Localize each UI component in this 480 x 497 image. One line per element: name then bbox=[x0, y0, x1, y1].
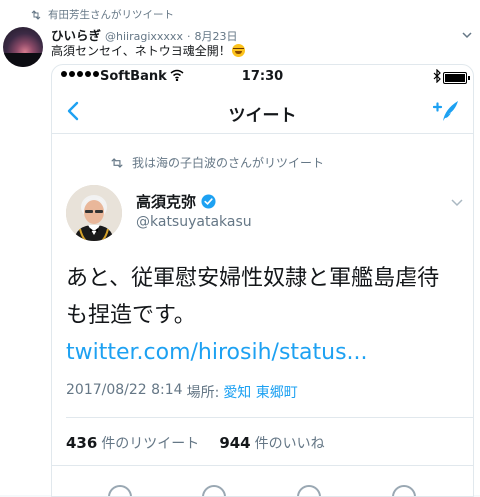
reply-icon[interactable] bbox=[108, 485, 132, 496]
divider bbox=[52, 465, 473, 466]
retweet-action-icon[interactable] bbox=[202, 485, 226, 496]
tweet-text-content: 高須センセイ、ネトウヨ魂全開！ bbox=[51, 44, 231, 58]
author-avatar[interactable] bbox=[3, 27, 43, 67]
inner-tweet-text: あと、従軍慰安婦性奴隷と軍艦島虐待も捏造です。 bbox=[66, 266, 440, 328]
location-link[interactable]: 愛知 東郷町 bbox=[223, 382, 297, 402]
action-bar bbox=[52, 475, 473, 496]
share-icon[interactable] bbox=[392, 485, 416, 496]
retweet-notice: 有田芳生さんがリツイート bbox=[30, 7, 174, 22]
divider bbox=[66, 417, 473, 418]
status-bar: SoftBank 17:30 bbox=[52, 65, 473, 89]
like-count-label[interactable]: 件のいいね bbox=[255, 433, 325, 453]
inner-tweet-body: あと、従軍慰安婦性奴隷と軍艦島虐待も捏造です。 twitter.com/hiro… bbox=[66, 260, 461, 371]
tweet-meta: 2017/08/22 8:14 場所: 愛知 東郷町 bbox=[66, 382, 298, 402]
tweet-link[interactable]: twitter.com/hirosih/status... bbox=[66, 340, 368, 365]
tweet-text: 高須センセイ、ネトウヨ魂全開！ bbox=[51, 42, 245, 59]
inner-retweet-notice: 我は海の子白波のさんがリツイート bbox=[110, 154, 324, 171]
retweet-count[interactable]: 436 bbox=[66, 434, 97, 452]
chevron-down-icon[interactable] bbox=[451, 197, 463, 207]
retweet-icon bbox=[111, 157, 123, 168]
inner-author-handle[interactable]: @katsuyatakasu bbox=[136, 214, 252, 230]
battery-icon bbox=[443, 72, 470, 84]
tweet-timestamp: 2017/08/22 8:14 bbox=[66, 382, 183, 398]
tweet-stats: 436 件のリツイート 944 件のいいね bbox=[66, 433, 325, 453]
status-time: 17:30 bbox=[241, 69, 284, 84]
inner-author-name-text[interactable]: 高須克弥 bbox=[136, 191, 196, 212]
like-icon[interactable] bbox=[297, 485, 321, 496]
navigation-bar: ツイート bbox=[52, 89, 473, 134]
bluetooth-icon bbox=[433, 69, 441, 83]
tweet-card: 有田芳生さんがリツイート ひいらぎ @hiiragixxxxx · 8月23日 … bbox=[0, 0, 480, 497]
user-avatar[interactable] bbox=[66, 185, 122, 241]
verified-badge-icon bbox=[201, 194, 216, 209]
location-label: 場所: bbox=[186, 385, 220, 401]
like-count[interactable]: 944 bbox=[219, 434, 250, 452]
chevron-down-icon[interactable] bbox=[462, 30, 472, 40]
retweet-icon bbox=[31, 9, 41, 20]
screen-title: ツイート bbox=[228, 106, 297, 126]
compose-tweet-icon[interactable] bbox=[433, 99, 461, 123]
grinning-sweat-emoji bbox=[231, 44, 245, 57]
retweet-count-label[interactable]: 件のリツイート bbox=[101, 433, 199, 453]
inner-retweet-text: 我は海の子白波のさんがリツイート bbox=[132, 156, 325, 170]
retweet-notice-text: 有田芳生さんがリツイート bbox=[48, 9, 174, 21]
screenshot-image[interactable]: SoftBank 17:30 ツイート 我は海の子白波のさんがリツイート 高須克… bbox=[51, 64, 474, 497]
inner-author-name[interactable]: 高須克弥 bbox=[136, 191, 216, 212]
